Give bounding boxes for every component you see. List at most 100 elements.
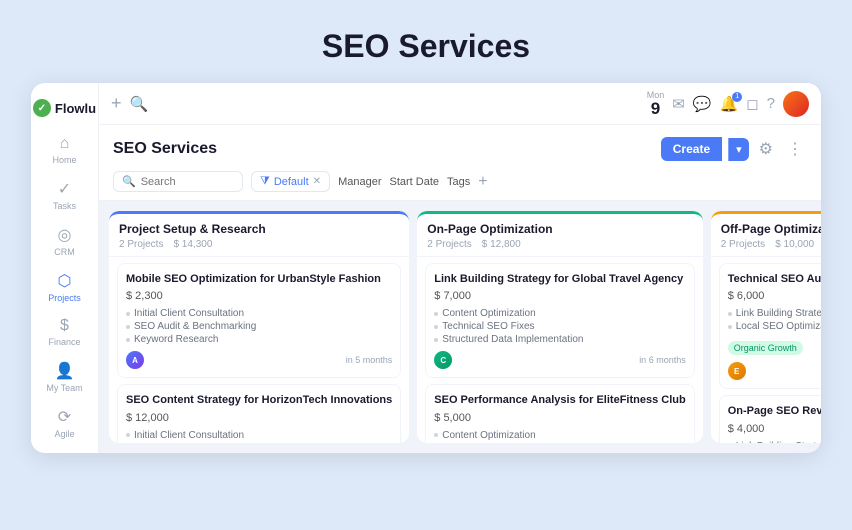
avatar[interactable] — [783, 91, 809, 117]
topbar-right: Mon 9 ✉ 💬 🔔 1 ◻ ? — [647, 90, 809, 117]
filter-icon: ⧩ — [260, 175, 270, 188]
board: Project Setup & Research 2 Projects $ 14… — [99, 201, 821, 453]
create-dropdown-button[interactable]: ▾ — [728, 138, 749, 161]
settings-button[interactable]: ⚙ — [755, 135, 777, 163]
card-task-p1: Content Optimization — [434, 430, 685, 441]
filter-label: Default — [274, 176, 309, 188]
card-task-3: Keyword Research — [126, 334, 392, 345]
myteam-icon: 👤 — [55, 361, 75, 381]
content-header: SEO Services Create ▾ ⚙ ⋮ 🔍 ⧩ Default ✕ — [99, 125, 821, 201]
card-title-revamp: On-Page SEO Revamp for FutureWave Techno… — [728, 404, 821, 418]
start-date-filter[interactable]: Start Date — [389, 176, 439, 188]
sidebar-label-crm: CRM — [54, 247, 75, 257]
card-avatar-mobile-seo: A — [126, 351, 144, 369]
sidebar-item-projects[interactable]: ⬡ Projects — [39, 265, 91, 309]
col-total-onpage: $ 12,800 — [482, 239, 521, 250]
sidebar-item-myteam[interactable]: 👤 My Team — [39, 355, 91, 399]
sidebar: ✓ Flowlu ⌂ Home ✓ Tasks ◎ CRM ⬡ Projects… — [31, 83, 99, 453]
card-task-1: Initial Client Consultation — [126, 308, 392, 319]
sidebar-item-crm[interactable]: ◎ CRM — [39, 219, 91, 263]
mail-button[interactable]: ✉ — [672, 95, 685, 113]
card-tasks-link: Content Optimization Technical SEO Fixes… — [434, 308, 685, 345]
add-button[interactable]: + — [111, 93, 122, 114]
col-projects-setup: 2 Projects — [119, 239, 163, 250]
card-time-mobile-seo: in 5 months — [346, 355, 393, 365]
search-box-icon: 🔍 — [122, 175, 136, 188]
day-number: 9 — [647, 100, 665, 117]
card-title-mobile-seo: Mobile SEO Optimization for UrbanStyle F… — [126, 272, 392, 286]
filter-default-button[interactable]: ⧩ Default ✕ — [251, 171, 330, 192]
card-onpage-revamp: On-Page SEO Revamp for FutureWave Techno… — [719, 395, 821, 443]
help-button[interactable]: ? — [767, 95, 775, 112]
card-title-seo-content: SEO Content Strategy for HorizonTech Inn… — [126, 393, 392, 407]
card-amount-audit: $ 6,000 — [728, 290, 821, 302]
sidebar-item-tasks[interactable]: ✓ Tasks — [39, 173, 91, 217]
card-title-audit: Technical SEO Audit and Fix for EcoGreen… — [728, 272, 821, 286]
manager-filter[interactable]: Manager — [338, 176, 381, 188]
finance-icon: $ — [60, 317, 69, 335]
card-task-r1: Link Building Strategy — [728, 441, 821, 443]
col-header-offpage: Off-Page Optimization 2 Projects $ 10,00… — [711, 211, 821, 257]
sidebar-logo[interactable]: ✓ Flowlu — [33, 93, 96, 127]
sidebar-item-home[interactable]: ⌂ Home — [39, 129, 91, 171]
card-title-link: Link Building Strategy for Global Travel… — [434, 272, 685, 286]
page-title: SEO Services — [322, 0, 530, 83]
content-title: SEO Services — [113, 140, 217, 158]
filter-close-icon[interactable]: ✕ — [313, 176, 321, 187]
search-icon[interactable]: 🔍 — [130, 95, 149, 113]
card-amount-link: $ 7,000 — [434, 290, 685, 302]
column-onpage: On-Page Optimization 2 Projects $ 12,800… — [417, 211, 702, 443]
card-avatar-link: C — [434, 351, 452, 369]
card-amount-revamp: $ 4,000 — [728, 423, 821, 435]
search-input[interactable] — [141, 176, 234, 188]
card-seo-performance: SEO Performance Analysis for EliteFitnes… — [425, 384, 694, 443]
sidebar-label-projects: Projects — [48, 293, 81, 303]
card-tasks-revamp: Link Building Strategy Local SEO Optimiz… — [728, 441, 821, 443]
agile-icon: ⟳ — [58, 407, 71, 427]
logo-text: Flowlu — [55, 101, 96, 116]
search-box[interactable]: 🔍 — [113, 171, 243, 192]
sidebar-item-knowledge[interactable]: ◫ Knowledge Base — [39, 447, 91, 453]
col-title-offpage: Off-Page Optimization — [721, 222, 821, 236]
col-body-setup: Mobile SEO Optimization for UrbanStyle F… — [109, 257, 409, 443]
filter-bar: 🔍 ⧩ Default ✕ Manager Start Date Tags + — [113, 171, 807, 200]
create-button[interactable]: Create — [661, 137, 722, 161]
sidebar-label-agile: Agile — [54, 429, 74, 439]
card-tasks-seo-content: Initial Client Consultation SEO Audit & … — [126, 430, 392, 443]
chat-button[interactable]: 💬 — [693, 95, 712, 113]
more-options-button[interactable]: ⋮ — [783, 135, 807, 163]
card-task-a1: Link Building Strategy — [728, 308, 821, 319]
col-projects-offpage: 2 Projects — [721, 239, 765, 250]
tags-filter[interactable]: Tags — [447, 176, 470, 188]
card-task-c2-1: Initial Client Consultation — [126, 430, 392, 441]
col-title-setup: Project Setup & Research — [119, 222, 399, 236]
col-body-offpage: Technical SEO Audit and Fix for EcoGreen… — [711, 257, 821, 443]
card-seo-content: SEO Content Strategy for HorizonTech Inn… — [117, 384, 401, 443]
card-tasks-perf: Content Optimization Technical SEO Fixes… — [434, 430, 685, 443]
card-footer-link: C in 6 months — [434, 351, 685, 369]
card-task-a2: Local SEO Optimization — [728, 321, 821, 332]
topbar-left: + 🔍 — [111, 93, 639, 114]
add-filter-button[interactable]: + — [478, 173, 487, 191]
sidebar-item-finance[interactable]: $ Finance — [39, 311, 91, 353]
notification-badge: 1 — [732, 92, 742, 102]
sidebar-item-agile[interactable]: ⟳ Agile — [39, 401, 91, 445]
notification-button[interactable]: 🔔 1 — [720, 95, 739, 113]
col-total-offpage: $ 10,000 — [775, 239, 814, 250]
main-area: + 🔍 Mon 9 ✉ 💬 🔔 1 ◻ ? — [99, 83, 821, 453]
projects-icon: ⬡ — [58, 271, 72, 291]
app-window: ✓ Flowlu ⌂ Home ✓ Tasks ◎ CRM ⬡ Projects… — [31, 83, 821, 453]
card-mobile-seo: Mobile SEO Optimization for UrbanStyle F… — [117, 263, 401, 378]
card-footer-audit: E in 5 months — [728, 362, 821, 380]
content-header-top: SEO Services Create ▾ ⚙ ⋮ — [113, 135, 807, 163]
card-amount-mobile-seo: $ 2,300 — [126, 290, 392, 302]
card-task-l3: Structured Data Implementation — [434, 334, 685, 345]
top-bar: + 🔍 Mon 9 ✉ 💬 🔔 1 ◻ ? — [99, 83, 821, 125]
col-body-onpage: Link Building Strategy for Global Travel… — [417, 257, 702, 443]
date-display: Mon 9 — [647, 90, 665, 117]
tasks-icon: ✓ — [58, 179, 71, 199]
card-amount-seo-content: $ 12,000 — [126, 412, 392, 424]
message-button[interactable]: ◻ — [746, 95, 758, 113]
col-projects-onpage: 2 Projects — [427, 239, 471, 250]
card-avatar-audit: E — [728, 362, 746, 380]
